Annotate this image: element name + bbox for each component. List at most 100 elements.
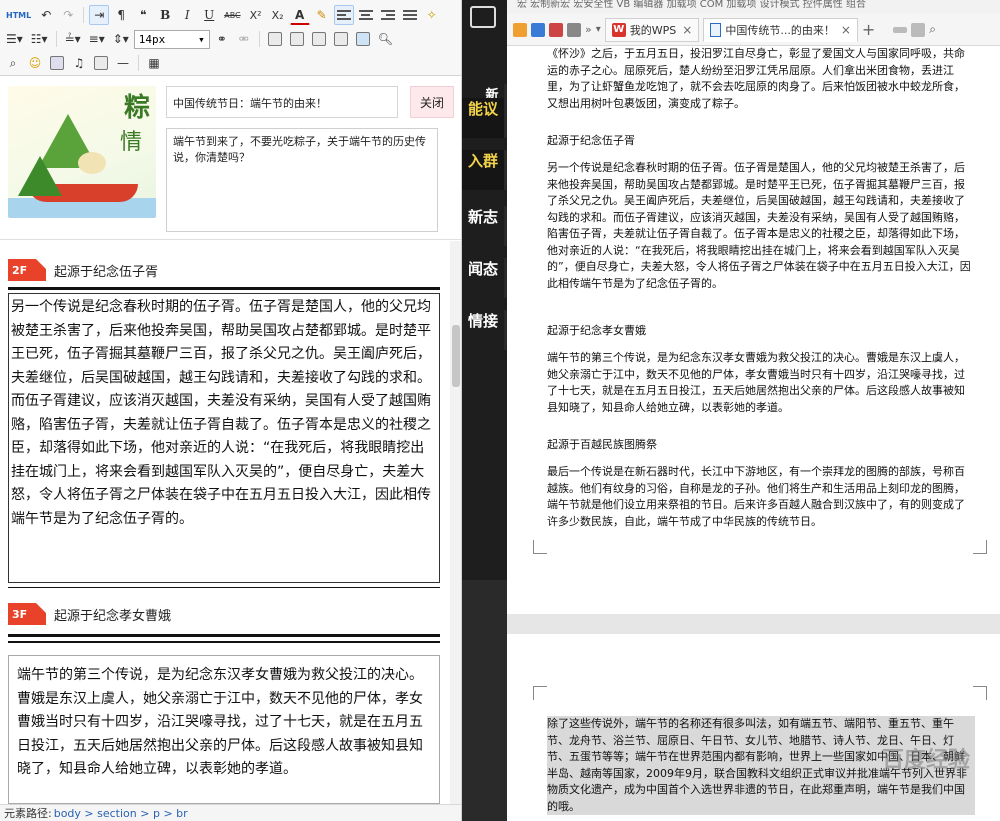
search-replace-icon[interactable]: ⌕ xyxy=(3,53,23,73)
align-right-icon[interactable] xyxy=(378,5,398,25)
doc-heading[interactable]: 起源于纪念伍子胥 xyxy=(547,132,635,148)
close-icon[interactable]: × xyxy=(841,23,851,37)
unordered-list-icon[interactable]: ☷▾ xyxy=(28,29,51,49)
tab-current-document[interactable]: 中国传统节...的由来！ × xyxy=(703,17,858,42)
section-divider xyxy=(8,287,440,290)
fullscreen-icon[interactable] xyxy=(911,22,926,37)
redo-icon[interactable]: ↷ xyxy=(58,5,78,25)
attachment-icon[interactable] xyxy=(91,53,111,73)
floor-badge: 2F xyxy=(8,259,46,281)
chevron-down-icon[interactable]: ▾ xyxy=(596,24,601,35)
chevron-right-icon[interactable]: » xyxy=(585,23,592,36)
doc-paragraph[interactable]: 端午节的第三个传说，是为纪念东汉孝女曹娥为救父投江的决心。曹娥是东汉上虞人，她父… xyxy=(547,350,975,416)
rich-text-editor: HTML ↶ ↷ ⇥ ¶ ❝ B I U ABC X² X₂ A ✎ ✧ ☰▾ … xyxy=(0,0,462,821)
window-icon[interactable] xyxy=(470,6,496,28)
ordered-list-icon[interactable]: ☰▾ xyxy=(3,29,26,49)
paragraph-icon[interactable]: ¶ xyxy=(111,5,131,25)
subscript-button[interactable]: X₂ xyxy=(268,5,288,25)
align-left-icon[interactable] xyxy=(333,5,354,25)
print-preview-icon[interactable] xyxy=(567,22,581,37)
italic-button[interactable]: I xyxy=(177,5,197,25)
minimize-icon[interactable] xyxy=(893,26,908,33)
insert-table-icon[interactable]: ▦ xyxy=(144,53,164,73)
cover-calligraphy: 粽 xyxy=(123,93,150,123)
print-icon[interactable] xyxy=(549,22,563,37)
image-inline-icon[interactable] xyxy=(287,29,307,49)
side-link[interactable]: 新志 xyxy=(462,206,507,246)
font-color-button[interactable]: A xyxy=(289,5,310,25)
doc-paragraph[interactable]: 《怀沙》之后，于五月五日，投汨罗江自尽身亡，彰显了爱国文人与国家同呼吸，共命运的… xyxy=(547,46,975,112)
align-center-icon[interactable] xyxy=(356,5,376,25)
justify-icon[interactable] xyxy=(400,5,420,25)
crop-mark xyxy=(533,686,547,700)
close-icon[interactable]: × xyxy=(682,23,692,37)
image-search-icon[interactable]: 🔍︎ xyxy=(375,29,396,49)
unlink-icon[interactable]: ⚮ xyxy=(234,29,254,49)
side-link[interactable]: 情接 xyxy=(462,310,507,350)
music-icon[interactable]: ♫ xyxy=(69,53,89,73)
section-heading: 3F 起源于纪念孝女曹娥 xyxy=(8,599,448,629)
section-body[interactable]: 另一个传说是纪念春秋时期的伍子胥。伍子胥是楚国人，他的父兄均被楚王杀害了，后来他… xyxy=(8,293,440,583)
document-page[interactable]: 除了这些传说外，端午节的名称还有很多叫法，如有端五节、端阳节、重五节、重午节、龙… xyxy=(507,634,1000,821)
clear-format-icon[interactable]: ✧ xyxy=(422,5,442,25)
folder-icon[interactable] xyxy=(513,22,527,37)
chevron-down-icon: ▾ xyxy=(198,32,205,46)
doc-paragraph[interactable]: 最后一个传说是在新石器时代，长江中下游地区，有一个崇拜龙的图腾的部族，号称百越族… xyxy=(547,464,975,530)
strikethrough-button[interactable]: ABC xyxy=(221,5,243,25)
tab-my-wps[interactable]: W 我的WPS × xyxy=(604,17,700,42)
row-spacing-icon[interactable]: ⇕▾ xyxy=(110,29,132,49)
font-size-select[interactable]: 14px ▾ xyxy=(133,29,210,49)
toolbar-row-2: ☰▾ ☷▾ ≟▾ ≡▾ ⇕▾ 14px ▾ ⚭ ⚮ 🔍︎ xyxy=(0,26,461,52)
section-title: 起源于纪念伍子胥 xyxy=(54,264,159,280)
editor-scrollbar[interactable] xyxy=(450,241,461,804)
crop-mark xyxy=(973,540,987,554)
doc-heading[interactable]: 起源于百越民族图腾祭 xyxy=(547,436,657,452)
toolbar-divider xyxy=(138,55,139,71)
undo-icon[interactable]: ↶ xyxy=(36,5,56,25)
crop-mark xyxy=(973,686,987,700)
side-link[interactable]: 能议 xyxy=(462,98,507,138)
cover-image[interactable]: 粽 情 xyxy=(8,86,156,218)
document-page[interactable]: 《怀沙》之后，于五月五日，投汨罗江自尽身亡，彰显了爱国文人与国家同呼吸，共命运的… xyxy=(507,46,1000,614)
new-tab-icon[interactable]: + xyxy=(862,20,875,39)
image-center-icon[interactable] xyxy=(331,29,351,49)
post-header: 粽 情 中国传统节日：端午节的由来！ 关闭 端午节到来了，不要光吃粽子，关于端午… xyxy=(0,76,461,240)
save-icon[interactable] xyxy=(531,22,545,37)
section-divider xyxy=(8,634,440,637)
underline-button[interactable]: U xyxy=(199,5,219,25)
watermark: 百度经验 xyxy=(881,747,970,773)
doc-paragraph[interactable]: 另一个传说是纪念春秋时期的伍子胥。伍子胥是楚国人，他的父兄均被楚王杀害了，后来他… xyxy=(547,160,975,292)
status-bar: 元素路径: body > section > p > br xyxy=(0,804,461,821)
horizontal-rule-icon[interactable]: — xyxy=(113,53,133,73)
search-icon[interactable]: ⌕ xyxy=(929,22,936,37)
toolbar-row-1: HTML ↶ ↷ ⇥ ¶ ❝ B I U ABC X² X₂ A ✎ ✧ xyxy=(0,2,461,28)
emoticon-icon[interactable]: ☺ xyxy=(25,53,45,73)
section-body[interactable]: 端午节的第三个传说，是为纪念东汉孝女曹娥为救父投江的决心。曹娥是东汉上虞人，她父… xyxy=(8,655,440,804)
insert-image-icon[interactable] xyxy=(353,29,373,49)
doc-heading[interactable]: 起源于纪念孝女曹娥 xyxy=(547,322,646,338)
html-source-button[interactable]: HTML xyxy=(3,5,34,25)
post-intro-textarea[interactable]: 端午节到来了，不要光吃粽子，关于端午节的历史传说，你清楚吗？ xyxy=(166,128,438,232)
bold-button[interactable]: B xyxy=(155,5,175,25)
side-link[interactable]: 入群 xyxy=(462,150,507,190)
image-left-icon[interactable] xyxy=(265,29,285,49)
superscript-button[interactable]: X² xyxy=(246,5,266,25)
line-height-icon[interactable]: ≟▾ xyxy=(62,29,84,49)
paragraph-spacing-icon[interactable]: ≡▾ xyxy=(86,29,108,49)
side-link[interactable]: 闻态 xyxy=(462,258,507,298)
editor-body[interactable]: 2F 起源于纪念伍子胥 另一个传说是纪念春秋时期的伍子胥。伍子胥是楚国人，他的父… xyxy=(0,241,461,804)
insert-video-icon[interactable] xyxy=(47,53,67,73)
side-panel: 新 能议 入群 新志 闻态 情接 xyxy=(462,0,507,821)
highlight-icon[interactable]: ✎ xyxy=(312,5,332,25)
element-path-label: 元素路径: xyxy=(4,807,52,820)
image-right-icon[interactable] xyxy=(309,29,329,49)
screen: HTML ↶ ↷ ⇥ ¶ ❝ B I U ABC X² X₂ A ✎ ✧ ☰▾ … xyxy=(0,0,1000,821)
close-button[interactable]: 关闭 xyxy=(410,86,454,118)
ltr-icon[interactable]: ⇥ xyxy=(89,5,110,25)
quote-icon[interactable]: ❝ xyxy=(133,5,153,25)
scrollbar-thumb[interactable] xyxy=(452,325,460,387)
ribbon-menu[interactable]: 宏 宏制新宏 宏安全性 VB 编辑器 加载项 COM 加载项 设计模式 控件属性… xyxy=(507,0,1000,14)
post-title-input[interactable]: 中国传统节日：端午节的由来！ xyxy=(166,86,398,118)
link-icon[interactable]: ⚭ xyxy=(212,29,232,49)
element-path[interactable]: body > section > p > br xyxy=(54,807,188,820)
